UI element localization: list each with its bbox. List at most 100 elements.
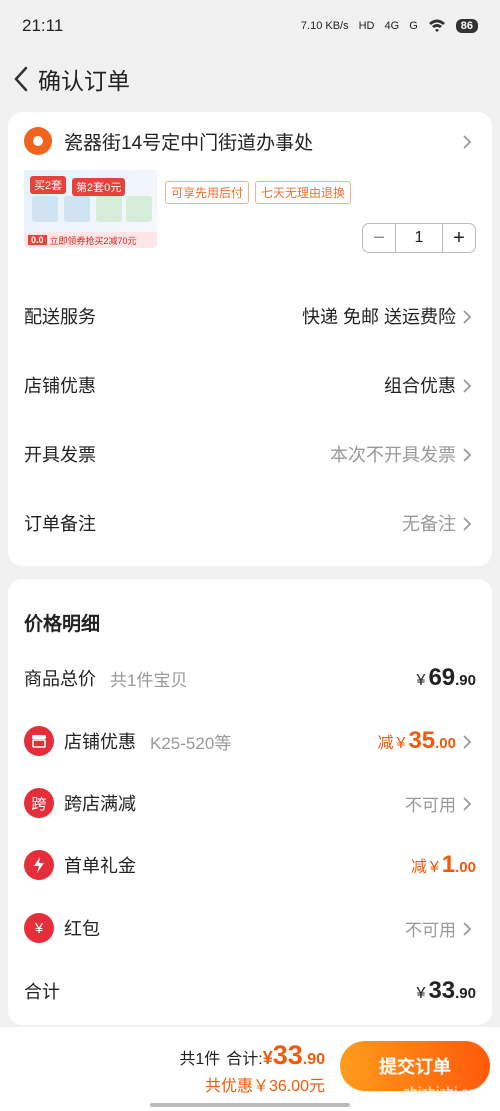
product-image-promo: 第2套0元: [72, 178, 126, 196]
amount-int: 33: [428, 977, 456, 1004]
back-icon[interactable]: [6, 59, 36, 99]
row-value: 本次不开具发票: [330, 441, 476, 467]
amount-dec: .90: [455, 672, 476, 689]
row-delivery[interactable]: 配送服务 快递 免邮 送运费险: [24, 301, 476, 331]
page-title: 确认订单: [38, 68, 130, 94]
product-image[interactable]: 买2套 第2套0元 0.0 立即领券抢买2减70元: [24, 170, 157, 248]
address-bar[interactable]: 瓷器街14号定中门街道办事处: [8, 112, 492, 170]
shop-discount-amount: 减 ¥ 35 .00: [378, 727, 456, 755]
amount-int: 35: [408, 727, 436, 754]
total-amount: ¥ 33 .90: [417, 977, 476, 1005]
row-label: 配送服务: [24, 307, 96, 327]
goods-total-sub: 共1件宝贝: [110, 670, 188, 690]
first-order-label: 首单礼金: [64, 856, 136, 876]
product-package: [96, 196, 122, 222]
chevron-right-icon: [462, 309, 476, 324]
amount-dec: .00: [435, 735, 456, 752]
saved-amount: 共优惠￥36.00元: [204, 1078, 325, 1095]
signal-g-icon: G: [409, 20, 418, 32]
chevron-right-icon: [462, 134, 476, 149]
row-shop-discount[interactable]: 店铺优惠 组合优惠: [24, 370, 476, 400]
cross-store-value: 不可用: [405, 795, 456, 815]
checkout-bar: 共1件 合计: ¥33.90 共优惠￥36.00元 提交订单 zhizhizhi…: [0, 1027, 500, 1111]
chevron-right-icon: [462, 734, 476, 749]
row-red-packet[interactable]: ¥ 红包 不可用: [24, 911, 476, 945]
row-value: 无备注: [402, 510, 476, 536]
product-package: [64, 196, 90, 222]
row-label: 订单备注: [24, 514, 96, 534]
amount-int: 1: [441, 851, 456, 878]
lightning-icon: [24, 850, 54, 880]
chevron-right-icon: [462, 516, 476, 531]
total-label: 合计:: [226, 1051, 263, 1068]
currency-symbol: ¥: [396, 735, 406, 752]
wifi-icon: [428, 18, 446, 35]
row-remark[interactable]: 订单备注 无备注: [24, 508, 476, 538]
price-detail-card: 价格明细 商品总价 共1件宝贝 ¥ 69 .90 店铺优惠 K25-520等 减…: [8, 579, 492, 1025]
currency-symbol: ¥: [416, 985, 426, 1002]
tag-pay-later: 可享先用后付: [165, 181, 250, 204]
chevron-right-icon: [462, 921, 476, 936]
net-speed: 7.10 KB/s: [300, 20, 349, 32]
remark-value: 无备注: [402, 514, 456, 534]
shop-icon: [24, 726, 54, 756]
row-invoice[interactable]: 开具发票 本次不开具发票: [24, 439, 476, 469]
red-packet-icon: ¥: [24, 913, 54, 943]
red-packet-value: 不可用: [405, 920, 456, 940]
product-tags: 可享先用后付 七天无理由退换: [165, 181, 352, 204]
product-image-banner-text: 立即领券抢买2减70元: [49, 235, 137, 246]
nav-bar: 确认订单: [0, 52, 500, 106]
chevron-right-icon: [462, 378, 476, 393]
shop-discount-value: 组合优惠: [384, 376, 456, 396]
status-icons: 7.10 KB/s HD 4G G 86: [301, 18, 478, 35]
minus-button[interactable]: −: [363, 224, 395, 252]
price-detail-title: 价格明细: [24, 614, 101, 635]
order-card: 买2套 第2套0元 0.0 立即领券抢买2减70元 可享先用后付 七天无理由退换…: [8, 170, 492, 566]
minus-label: 减: [377, 735, 394, 752]
currency-symbol: ¥: [429, 859, 439, 876]
cross-store-label: 跨店满减: [64, 794, 136, 814]
chevron-right-icon: [462, 447, 476, 462]
checkout-amount: ¥33.90: [263, 1040, 325, 1071]
amount-dec: .00: [455, 859, 476, 876]
row-goods-total: 商品总价 共1件宝贝 ¥ 69 .90: [24, 661, 476, 695]
product-package: [126, 196, 152, 222]
goods-total-label: 商品总价: [24, 669, 96, 689]
invoice-value: 本次不开具发票: [330, 445, 456, 465]
amount-int: 69: [428, 664, 456, 691]
amount-dec: .90: [455, 985, 476, 1002]
product-image-price: 0.0: [28, 235, 47, 245]
tag-return: 七天无理由退换: [255, 181, 352, 204]
product-image-tag: 买2套: [30, 176, 67, 194]
total-label: 合计: [24, 982, 60, 1002]
item-count: 共1件: [179, 1051, 221, 1068]
quantity-stepper: − 1 +: [362, 223, 476, 253]
first-order-amount: 减 ¥ 1 .00: [411, 851, 476, 879]
row-value: 快递 免邮 送运费险: [302, 303, 476, 329]
checkout-total: 共1件 合计: ¥33.90: [179, 1040, 325, 1071]
row-first-order: 首单礼金 减 ¥ 1 .00: [24, 848, 476, 882]
row-total: 合计 ¥ 33 .90: [24, 974, 476, 1008]
quantity-value[interactable]: 1: [395, 224, 443, 252]
currency-symbol: ¥: [416, 672, 426, 689]
red-packet-label: 红包: [64, 919, 100, 939]
row-label: 开具发票: [24, 445, 96, 465]
product-image-banner: 0.0 立即领券抢买2减70元: [24, 232, 157, 248]
row-label: 店铺优惠: [24, 376, 96, 396]
status-time: 21:11: [22, 16, 64, 35]
row-price-shop-discount[interactable]: 店铺优惠 K25-520等 减 ¥ 35 .00: [24, 724, 476, 758]
home-indicator[interactable]: [150, 1103, 350, 1107]
cross-store-icon: 跨: [24, 788, 54, 818]
battery-icon: 86: [455, 19, 478, 33]
amount-int: 33: [272, 1040, 303, 1070]
plus-button[interactable]: +: [443, 224, 475, 252]
shop-discount-sub: K25-520等: [150, 733, 232, 753]
watermark: zhizhizhi.com: [403, 1084, 489, 1099]
amount-dec: .90: [302, 1051, 325, 1068]
chevron-right-icon: [462, 796, 476, 811]
currency-symbol: ¥: [262, 1048, 273, 1068]
delivery-value: 快递 免邮 送运费险: [301, 307, 456, 327]
shop-discount-label: 店铺优惠: [64, 732, 136, 752]
goods-total-amount: ¥ 69 .90: [417, 664, 476, 692]
row-cross-store[interactable]: 跨 跨店满减 不可用: [24, 786, 476, 820]
